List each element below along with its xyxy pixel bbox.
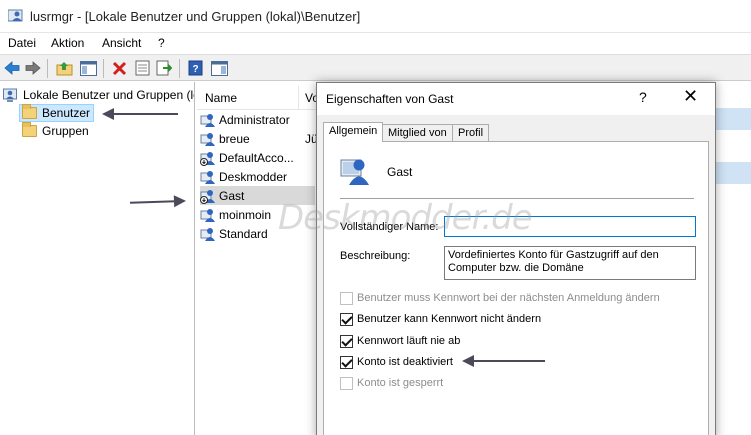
description-input[interactable]: Vordefiniertes Konto für Gastzugriff auf… (444, 246, 696, 280)
toolbar-separator (103, 59, 104, 78)
description-label: Beschreibung: (340, 250, 411, 262)
menu-datei[interactable]: Datei (8, 36, 36, 50)
checkbox-must-change-password[interactable]: Benutzer muss Kennwort bei der nächsten … (340, 290, 660, 306)
user-row-administrator[interactable]: Administrator (200, 110, 310, 129)
checkbox[interactable] (340, 355, 353, 369)
list-highlight-strip (713, 108, 751, 130)
title-bar: lusrmgr - [Lokale Benutzer und Gruppen (… (0, 0, 751, 33)
tree-item-label: Gruppen (42, 124, 89, 138)
tree-item-gruppen[interactable]: Gruppen (22, 122, 89, 140)
user-row-deskmodder[interactable]: Deskmodder (200, 167, 310, 186)
show-hide-tree-icon[interactable] (79, 59, 97, 77)
properties-dialog: Eigenschaften von Gast ? ✕ Allgemein Mit… (316, 82, 716, 435)
tab-mitglied-von[interactable]: Mitglied von (382, 124, 453, 141)
dialog-title-bar: Eigenschaften von Gast ? ✕ (317, 83, 715, 115)
users-groups-icon (3, 88, 17, 102)
tab-profil[interactable]: Profil (452, 124, 490, 141)
tree-root[interactable]: Lokale Benutzer und Gruppen (lokal) (3, 86, 194, 104)
checkbox-label: Konto ist gesperrt (357, 377, 444, 389)
checkbox[interactable] (340, 334, 353, 348)
checkbox[interactable] (340, 291, 353, 305)
dialog-title: Eigenschaften von Gast (326, 92, 454, 106)
checkbox[interactable] (340, 376, 353, 390)
dialog-help-button[interactable]: ? (639, 89, 647, 105)
checkbox-account-disabled[interactable]: Konto ist deaktiviert (340, 354, 453, 370)
checkbox[interactable] (340, 312, 353, 326)
disabled-user-icon (200, 151, 215, 166)
checkbox-label: Kennwort läuft nie ab (357, 335, 461, 347)
user-name: breue (219, 131, 250, 146)
list-highlight-strip (713, 162, 751, 184)
user-icon (200, 113, 215, 127)
toolbar-separator (47, 59, 48, 78)
user-name: Deskmodder (219, 169, 288, 184)
tab-allgemein[interactable]: Allgemein (323, 122, 384, 142)
checkbox-cannot-change-password[interactable]: Benutzer kann Kennwort nicht ändern (340, 311, 541, 327)
svg-text:?: ? (192, 64, 198, 75)
watermark: Deskmodder.de (278, 198, 533, 238)
toolbar: ? (0, 54, 751, 81)
folder-icon (22, 122, 37, 137)
help-book-icon[interactable]: ? (186, 59, 204, 77)
tree-root-label: Lokale Benutzer und Gruppen (lokal) (23, 88, 194, 102)
disabled-user-icon (200, 189, 215, 204)
menu-ansicht[interactable]: Ansicht (102, 36, 141, 50)
user-icon (200, 132, 215, 146)
dialog-user-name: Gast (387, 165, 413, 179)
menu-bar: Datei Aktion Ansicht ? (0, 33, 751, 54)
tree-pane: Lokale Benutzer und Gruppen (lokal) Benu… (0, 82, 195, 435)
tree-item-benutzer[interactable]: Benutzer (19, 104, 95, 122)
tree-item-label: Benutzer (42, 106, 91, 120)
forward-arrow-icon[interactable] (24, 59, 42, 77)
export-list-icon[interactable] (155, 59, 173, 77)
menu-aktion[interactable]: Aktion (51, 36, 84, 50)
show-hide-action-pane-icon[interactable] (210, 59, 228, 77)
user-large-icon (340, 159, 369, 185)
checkbox-label: Benutzer muss Kennwort bei der nächsten … (357, 292, 660, 304)
user-row-breue[interactable]: breue Jü (200, 129, 325, 148)
column-divider[interactable] (298, 86, 299, 110)
user-icon (200, 208, 215, 222)
checkbox-label: Benutzer kann Kennwort nicht ändern (357, 313, 542, 325)
user-icon (200, 170, 215, 184)
folder-icon (22, 104, 37, 119)
user-name: Administrator (219, 112, 290, 127)
toolbar-separator (179, 59, 180, 78)
annotation-arrow-benutzer (102, 108, 178, 120)
properties-icon[interactable] (133, 59, 151, 77)
user-icon (200, 227, 215, 241)
window-title: lusrmgr - [Lokale Benutzer und Gruppen (… (30, 9, 361, 24)
delete-icon[interactable] (110, 59, 128, 77)
checkbox-account-locked[interactable]: Konto ist gesperrt (340, 375, 443, 391)
users-app-icon (8, 9, 23, 22)
column-header-name[interactable]: Name (205, 91, 237, 105)
user-name: DefaultAcco... (219, 150, 294, 165)
user-row-defaultaccount[interactable]: DefaultAcco... (200, 148, 310, 167)
checkbox-password-never-expires[interactable]: Kennwort läuft nie ab (340, 333, 460, 349)
user-name: moinmoin (219, 207, 272, 222)
dialog-close-button[interactable]: ✕ (683, 86, 698, 107)
user-name: Standard (219, 226, 268, 241)
checkbox-label: Konto ist deaktiviert (357, 356, 453, 368)
menu-help[interactable]: ? (158, 36, 165, 50)
folder-up-icon[interactable] (55, 59, 73, 77)
back-arrow-icon[interactable] (3, 59, 21, 77)
tab-panel-allgemein: Gast Vollständiger Name: Beschreibung: V… (323, 141, 709, 435)
user-name: Gast (219, 188, 245, 203)
annotation-arrow-deaktiviert (462, 355, 545, 367)
